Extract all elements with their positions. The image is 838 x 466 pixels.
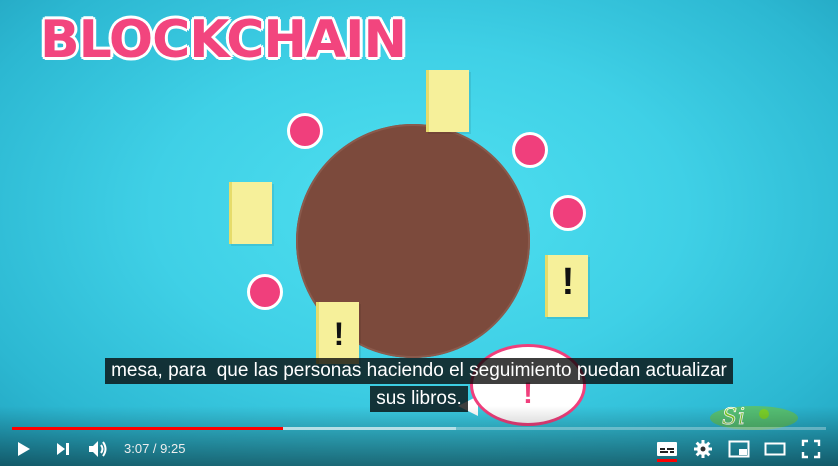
time-total: 9:25	[160, 441, 186, 456]
ledger-book	[426, 70, 469, 132]
settings-icon	[694, 440, 712, 458]
theater-button[interactable]	[762, 436, 788, 462]
miniplayer-icon	[728, 440, 750, 458]
theater-icon	[764, 442, 786, 456]
play-icon	[18, 442, 30, 456]
person-dot	[287, 113, 323, 149]
settings-button[interactable]	[690, 436, 716, 462]
next-icon	[57, 443, 69, 455]
ledger-book-alert: !	[316, 302, 359, 364]
person-dot	[247, 274, 283, 310]
next-button[interactable]	[50, 436, 76, 462]
video-title-graphic: BLOCKCHAIN	[40, 10, 407, 70]
person-dot	[512, 132, 548, 168]
control-bar: 3:07 / 9:25	[0, 432, 838, 466]
person-dot	[550, 195, 586, 231]
exclamation-mark: !	[561, 261, 575, 303]
fullscreen-button[interactable]	[798, 436, 824, 462]
ledger-book-alert: !	[545, 255, 588, 317]
time-current: 3:07	[124, 441, 150, 456]
caption-line-1: mesa, para que las personas haciendo el …	[105, 358, 733, 384]
volume-button[interactable]	[85, 436, 111, 462]
time-display: 3:07 / 9:25	[124, 441, 185, 456]
miniplayer-button[interactable]	[726, 436, 752, 462]
progress-played	[12, 427, 284, 430]
volume-icon	[89, 441, 107, 457]
fullscreen-icon	[801, 439, 821, 459]
subtitles-active-indicator	[657, 459, 677, 462]
time-separator: /	[149, 441, 161, 456]
ledger-book	[229, 182, 272, 244]
subtitles-icon	[657, 442, 677, 456]
exclamation-mark: !	[333, 316, 345, 352]
subtitles-button[interactable]	[654, 436, 680, 462]
video-player[interactable]: BLOCKCHAIN ! ! ! S i mesa, para que las …	[0, 0, 838, 466]
progress-bar[interactable]	[12, 427, 826, 430]
play-button[interactable]	[10, 436, 36, 462]
